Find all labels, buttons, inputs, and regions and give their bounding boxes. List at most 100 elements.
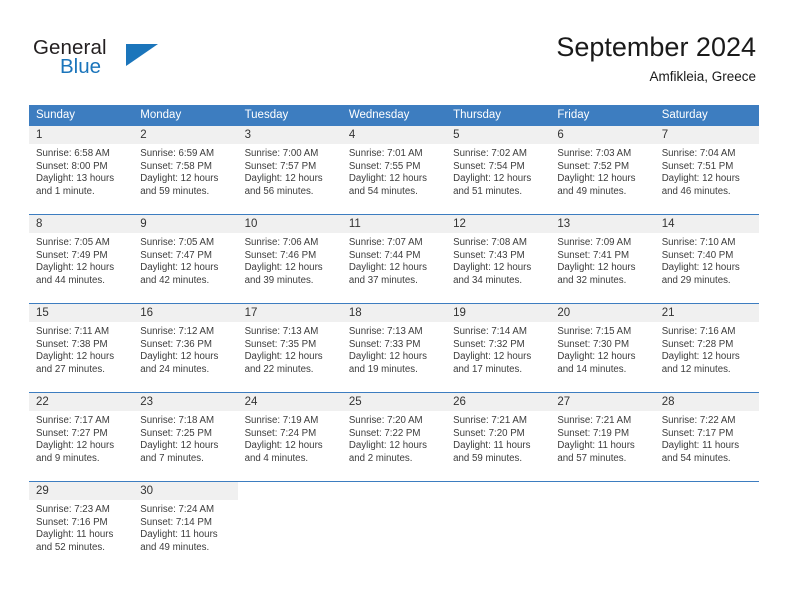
calendar-day-cell[interactable]: 29 Sunrise: 7:23 AM Sunset: 7:16 PM Dayl…	[29, 482, 134, 571]
calendar-day-cell[interactable]: 8 Sunrise: 7:05 AM Sunset: 7:49 PM Dayli…	[29, 215, 134, 304]
sunset-text: Sunset: 7:49 PM	[36, 249, 108, 261]
sunset-text: Sunset: 7:47 PM	[140, 249, 212, 261]
calendar-day-cell[interactable]: 28 Sunrise: 7:22 AM Sunset: 7:17 PM Dayl…	[654, 393, 759, 482]
calendar-day-cell[interactable]: 10 Sunrise: 7:06 AM Sunset: 7:46 PM Dayl…	[237, 215, 342, 304]
calendar-day-cell[interactable]: 5 Sunrise: 7:02 AM Sunset: 7:54 PM Dayli…	[446, 126, 551, 215]
day-number: 27	[550, 393, 655, 411]
calendar-day-cell[interactable]: 7 Sunrise: 7:04 AM Sunset: 7:51 PM Dayli…	[654, 126, 759, 215]
daylight-text-line2: and 56 minutes.	[244, 185, 314, 197]
page-header: General Blue September 2024 Amfikleia, G…	[0, 0, 792, 104]
day-details: Sunrise: 7:11 AM Sunset: 7:38 PM Dayligh…	[29, 322, 133, 376]
daylight-text-line2: and 14 minutes.	[557, 363, 627, 375]
daylight-text-line1: Daylight: 12 hours	[140, 440, 219, 452]
calendar-day-cell[interactable]: 23 Sunrise: 7:18 AM Sunset: 7:25 PM Dayl…	[133, 393, 238, 482]
day-number: 29	[29, 482, 134, 500]
calendar-day-cell[interactable]: 27 Sunrise: 7:21 AM Sunset: 7:19 PM Dayl…	[550, 393, 655, 482]
daylight-text-line1: Daylight: 12 hours	[140, 173, 219, 185]
calendar-day-cell[interactable]: 25 Sunrise: 7:20 AM Sunset: 7:22 PM Dayl…	[341, 393, 447, 482]
calendar-day-cell[interactable]: 2 Sunrise: 6:59 AM Sunset: 7:58 PM Dayli…	[133, 126, 238, 215]
daylight-text-line2: and 59 minutes.	[140, 185, 210, 197]
calendar-day-cell[interactable]: 3 Sunrise: 7:00 AM Sunset: 7:57 PM Dayli…	[237, 126, 342, 215]
daylight-text-line2: and 7 minutes.	[140, 452, 204, 464]
calendar-header-row: Sunday Monday Tuesday Wednesday Thursday…	[29, 105, 759, 126]
calendar-day-cell[interactable]: 15 Sunrise: 7:11 AM Sunset: 7:38 PM Dayl…	[29, 304, 134, 393]
daylight-text-line2: and 1 minute.	[36, 185, 95, 197]
daylight-text-line1: Daylight: 12 hours	[36, 262, 115, 274]
calendar-week-row: 1 Sunrise: 6:58 AM Sunset: 8:00 PM Dayli…	[29, 126, 759, 215]
weekday-header-friday: Friday	[550, 105, 655, 126]
calendar-day-cell[interactable]: 18 Sunrise: 7:13 AM Sunset: 7:33 PM Dayl…	[341, 304, 447, 393]
calendar-day-cell[interactable]: 12 Sunrise: 7:08 AM Sunset: 7:43 PM Dayl…	[446, 215, 551, 304]
sunrise-text: Sunrise: 7:17 AM	[36, 415, 110, 426]
sunrise-text: Sunrise: 7:05 AM	[36, 237, 110, 248]
day-number: 13	[550, 215, 655, 233]
sunrise-text: Sunrise: 7:21 AM	[453, 415, 527, 426]
sunrise-text: Sunrise: 7:03 AM	[557, 148, 632, 159]
sunrise-text: Sunrise: 7:24 AM	[140, 504, 215, 515]
sunrise-text: Sunrise: 7:12 AM	[140, 326, 215, 337]
calendar-day-cell[interactable]: 20 Sunrise: 7:15 AM Sunset: 7:30 PM Dayl…	[550, 304, 655, 393]
calendar-day-cell[interactable]: 1 Sunrise: 6:58 AM Sunset: 8:00 PM Dayli…	[29, 126, 134, 215]
daylight-text-line2: and 44 minutes.	[36, 274, 105, 286]
daylight-text-line2: and 54 minutes.	[661, 452, 731, 464]
calendar-day-cell[interactable]: 26 Sunrise: 7:21 AM Sunset: 7:20 PM Dayl…	[446, 393, 551, 482]
sunset-text: Sunset: 7:55 PM	[348, 160, 421, 172]
sunrise-text: Sunrise: 6:58 AM	[36, 148, 110, 159]
day-number: 6	[550, 126, 655, 144]
calendar-day-cell[interactable]: 21 Sunrise: 7:16 AM Sunset: 7:28 PM Dayl…	[654, 304, 759, 393]
day-number: 10	[237, 215, 342, 233]
calendar-day-cell[interactable]: 16 Sunrise: 7:12 AM Sunset: 7:36 PM Dayl…	[133, 304, 238, 393]
day-number: 22	[29, 393, 134, 411]
calendar-day-cell-empty	[446, 482, 550, 571]
sunset-text: Sunset: 7:38 PM	[36, 338, 108, 350]
daylight-text-line2: and 32 minutes.	[557, 274, 627, 286]
calendar-day-cell[interactable]: 6 Sunrise: 7:03 AM Sunset: 7:52 PM Dayli…	[550, 126, 655, 215]
day-number: 24	[237, 393, 342, 411]
day-details: Sunrise: 7:19 AM Sunset: 7:24 PM Dayligh…	[238, 411, 342, 465]
daylight-text-line1: Daylight: 12 hours	[661, 173, 740, 185]
daylight-text-line1: Daylight: 12 hours	[36, 351, 115, 363]
calendar-day-cell[interactable]: 14 Sunrise: 7:10 AM Sunset: 7:40 PM Dayl…	[654, 215, 759, 304]
calendar-day-cell[interactable]: 22 Sunrise: 7:17 AM Sunset: 7:27 PM Dayl…	[29, 393, 134, 482]
day-details: Sunrise: 6:58 AM Sunset: 8:00 PM Dayligh…	[29, 144, 133, 198]
sunrise-text: Sunrise: 7:23 AM	[36, 504, 110, 515]
day-number: 23	[133, 393, 238, 411]
day-number: 14	[654, 215, 759, 233]
day-number: 2	[133, 126, 238, 144]
daylight-text-line2: and 59 minutes.	[453, 452, 523, 464]
calendar-day-cell[interactable]: 11 Sunrise: 7:07 AM Sunset: 7:44 PM Dayl…	[341, 215, 447, 304]
day-details: Sunrise: 7:05 AM Sunset: 7:47 PM Dayligh…	[133, 233, 237, 287]
sunrise-text: Sunrise: 7:08 AM	[453, 237, 527, 248]
daylight-text-line1: Daylight: 12 hours	[348, 351, 427, 363]
day-details: Sunrise: 7:04 AM Sunset: 7:51 PM Dayligh…	[655, 144, 759, 198]
daylight-text-line2: and 9 minutes.	[36, 452, 100, 464]
general-blue-logo[interactable]: General Blue	[33, 36, 163, 86]
calendar-day-cell[interactable]: 30 Sunrise: 7:24 AM Sunset: 7:14 PM Dayl…	[133, 482, 238, 571]
day-details: Sunrise: 7:03 AM Sunset: 7:52 PM Dayligh…	[550, 144, 654, 198]
calendar-day-cell[interactable]: 13 Sunrise: 7:09 AM Sunset: 7:41 PM Dayl…	[550, 215, 655, 304]
weekday-header-thursday: Thursday	[446, 105, 551, 126]
weekday-header-tuesday: Tuesday	[237, 105, 342, 126]
day-details: Sunrise: 7:20 AM Sunset: 7:22 PM Dayligh…	[342, 411, 446, 465]
daylight-text-line1: Daylight: 12 hours	[348, 173, 427, 185]
calendar-day-cell[interactable]: 4 Sunrise: 7:01 AM Sunset: 7:55 PM Dayli…	[341, 126, 447, 215]
sunset-text: Sunset: 7:27 PM	[36, 427, 108, 439]
daylight-text-line2: and 52 minutes.	[36, 541, 105, 553]
calendar-day-cell[interactable]: 24 Sunrise: 7:19 AM Sunset: 7:24 PM Dayl…	[237, 393, 342, 482]
sunset-text: Sunset: 7:14 PM	[140, 516, 212, 528]
daylight-text-line2: and 17 minutes.	[453, 363, 523, 375]
sunset-text: Sunset: 7:58 PM	[140, 160, 212, 172]
calendar-day-cell[interactable]: 9 Sunrise: 7:05 AM Sunset: 7:47 PM Dayli…	[133, 215, 238, 304]
calendar-day-cell[interactable]: 17 Sunrise: 7:13 AM Sunset: 7:35 PM Dayl…	[237, 304, 342, 393]
daylight-text-line1: Daylight: 12 hours	[244, 262, 323, 274]
daylight-text-line2: and 34 minutes.	[453, 274, 523, 286]
day-number: 18	[341, 304, 447, 322]
day-details: Sunrise: 7:22 AM Sunset: 7:17 PM Dayligh…	[655, 411, 759, 465]
day-number: 17	[237, 304, 342, 322]
day-number: 25	[341, 393, 447, 411]
daylight-text-line1: Daylight: 13 hours	[36, 173, 115, 185]
day-number: 16	[133, 304, 238, 322]
daylight-text-line1: Daylight: 12 hours	[244, 173, 323, 185]
daylight-text-line2: and 12 minutes.	[661, 363, 731, 375]
calendar-day-cell[interactable]: 19 Sunrise: 7:14 AM Sunset: 7:32 PM Dayl…	[446, 304, 551, 393]
